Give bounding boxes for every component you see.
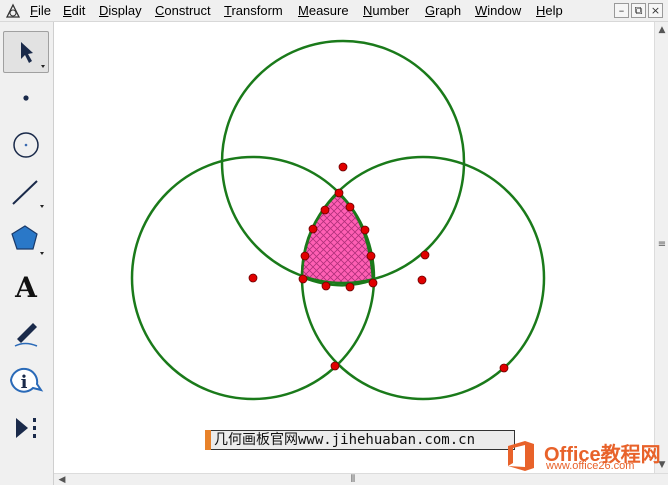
menu-construct[interactable]: Construct [155,3,211,19]
point-icon [23,95,29,101]
horizontal-scrollbar[interactable]: ◀ ⦀ [54,473,668,485]
menu-display[interactable]: Display [99,3,142,19]
menu-number[interactable]: Number [363,3,409,19]
watermark-url: www.office26.com [546,460,635,472]
menu-transform[interactable]: Transform [224,3,283,19]
vertical-scrollbar[interactable]: ▲ ≡ ▼ [654,22,668,473]
play-custom-tools-icon [16,418,36,438]
point-on-boundary[interactable] [320,205,330,215]
point-tool[interactable] [3,78,49,120]
sketchpad-app-icon[interactable] [5,3,21,19]
scroll-thumb-grip-icon[interactable]: ≡ [656,239,668,251]
pentagon-icon [11,225,44,255]
marker-tool[interactable] [3,313,49,355]
circle-icon [13,132,39,158]
text-icon: A [14,271,38,304]
menu-help[interactable]: Help [536,3,563,19]
point-on-boundary[interactable] [300,251,310,261]
marker-pen-icon [14,323,38,347]
menu-measure[interactable]: Measure [298,3,349,19]
point-on-boundary[interactable] [321,281,331,291]
close-button[interactable]: × [648,3,663,18]
point-intersection[interactable] [298,274,308,284]
menu-window[interactable]: Window [475,3,521,19]
scroll-h-thumb-grip-icon[interactable]: ⦀ [348,474,358,486]
point-intersection[interactable] [368,278,378,288]
custom-tools[interactable] [3,407,49,449]
minimize-button[interactable]: – [614,3,629,18]
caption-accent [205,430,211,450]
point-on-boundary[interactable] [345,202,355,212]
info-icon: i [9,367,44,393]
arrow-select-tool[interactable] [3,31,49,73]
point-on-boundary[interactable] [366,251,376,261]
point-on-circle[interactable] [499,363,509,373]
point-center-right[interactable] [417,275,427,285]
point-on-boundary[interactable] [360,225,370,235]
restore-button[interactable]: ⧉ [631,3,646,18]
geometry-drawing [54,22,654,473]
menu-file[interactable]: File [30,3,51,19]
caption-text-box[interactable]: 几何画板官网www.jihehuaban.com.cn [205,430,515,450]
information-tool[interactable]: i [3,360,49,402]
point-intersection[interactable] [334,188,344,198]
point-on-boundary[interactable] [308,224,318,234]
point-center-left[interactable] [248,273,258,283]
office-logo-icon [508,441,534,471]
watermark: Office教程网 www.office26.com [500,436,664,474]
svg-text:A: A [14,271,38,304]
menu-bar: File Edit Display Construct Transform Me… [0,0,668,22]
svg-text:i: i [21,372,28,393]
intersection-region[interactable] [54,22,654,473]
menu-file-label: ile [37,3,51,18]
point-on-boundary[interactable] [345,282,355,292]
text-tool[interactable]: A [3,266,49,308]
point-center-top[interactable] [338,162,348,172]
polygon-tool[interactable] [3,219,49,261]
point-on-circle[interactable] [420,250,430,260]
arrow-icon [21,42,45,68]
line-segment-icon [12,180,44,208]
sketch-canvas[interactable] [54,22,654,473]
point-intersection[interactable] [330,361,340,371]
scroll-up-icon[interactable]: ▲ [656,24,668,36]
straightedge-tool[interactable] [3,172,49,214]
tool-palette: A i [0,22,54,485]
scroll-left-icon[interactable]: ◀ [57,474,67,486]
menu-edit[interactable]: Edit [63,3,85,19]
points [248,162,509,373]
compass-tool[interactable] [3,125,49,167]
menu-graph[interactable]: Graph [425,3,461,19]
